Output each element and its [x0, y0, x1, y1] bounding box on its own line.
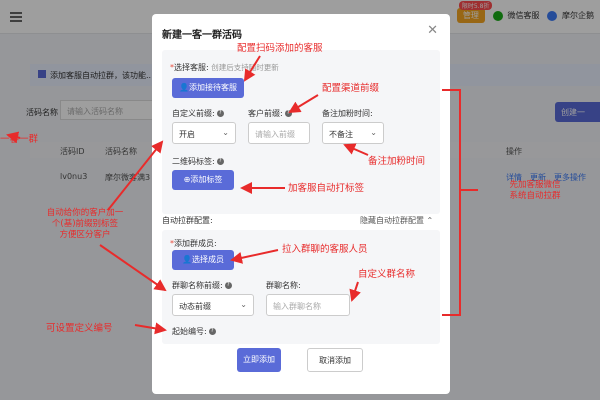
custom-prefix-select[interactable]: 开启 ⌄: [172, 122, 236, 144]
remark-time-label: 备注加粉时间:: [322, 109, 373, 118]
add-member-field: *添加群成员:: [170, 239, 217, 248]
annotation-dynamic-prefix: 自动给你的客户加一 个(基)前缀别标签 方便区分客户: [46, 208, 124, 240]
group-prefix-label: 群聊名称前缀:: [172, 281, 223, 290]
add-tag-button[interactable]: ⊕添加标签: [172, 170, 234, 190]
hide-config-label: 隐藏自动拉群配置: [360, 216, 424, 225]
chevron-down-icon: ⌄: [370, 128, 377, 137]
add-service-button[interactable]: 👤添加接待客服: [172, 78, 244, 98]
help-icon[interactable]: ?: [284, 110, 292, 117]
group-name-field: 群聊名称:: [266, 280, 301, 291]
remark-time-select[interactable]: 不备注 ⌄: [322, 122, 384, 144]
chevron-up-icon: ⌃: [426, 216, 434, 225]
add-user-icon: 👤: [182, 255, 192, 264]
annotation-custom-group-name: 自定义群名称: [358, 269, 416, 280]
add-user-icon: 👤: [179, 83, 189, 92]
chevron-down-icon: ⌄: [240, 300, 247, 309]
group-prefix-select[interactable]: 动态前缀 ⌄: [172, 294, 254, 316]
close-icon[interactable]: ✕: [427, 23, 438, 38]
annotation-custom-number: 可设置定义编号: [46, 323, 113, 334]
customer-prefix-field: 客户前缀:?: [248, 108, 292, 119]
annotation-auto-group: 先加客服微信 系统自动拉群: [509, 180, 561, 201]
create-code-dialog: 新建一客一群活码 ✕ *选择客服: 创建后支持随时更新 👤添加接待客服 自定义前…: [152, 14, 450, 394]
select-member-button[interactable]: 👤选择成员: [172, 250, 234, 270]
start-number-field: 起始编号:?: [172, 326, 216, 337]
help-icon[interactable]: ?: [216, 110, 224, 117]
select-service-label: 选择客服:: [174, 63, 209, 72]
start-number-label: 起始编号:: [172, 327, 207, 336]
annotation-configure-prefix: 配置渠道前缀: [322, 83, 380, 94]
dialog-title: 新建一客一群活码: [162, 30, 242, 41]
annotation-left-edge: 一客一群: [0, 134, 39, 145]
add-member-label: 添加群成员:: [174, 239, 217, 248]
annotation-configure-service: 配置扫码添加的客服: [237, 43, 323, 54]
qr-tag-label: 二维码标签:: [172, 157, 215, 166]
add-tag-button-label: 添加标签: [190, 175, 223, 184]
annotation-member: 拉入群聊的客服人员: [282, 244, 368, 255]
annotation-auto-tag: 加客服自动打标签: [288, 183, 365, 194]
custom-prefix-value: 开启: [179, 130, 195, 139]
group-name-label: 群聊名称:: [266, 281, 301, 290]
add-service-button-label: 添加接待客服: [188, 83, 237, 92]
annotation-remark-time: 备注加粉时间: [368, 156, 426, 167]
hide-config-link[interactable]: 隐藏自动拉群配置 ⌃: [360, 215, 433, 226]
cancel-button[interactable]: 取消添加: [307, 348, 363, 372]
chevron-down-icon: ⌄: [222, 128, 229, 137]
remark-time-field: 备注加粉时间:: [322, 108, 373, 119]
auto-group-label: 自动拉群配置:: [162, 216, 213, 225]
help-icon[interactable]: ?: [208, 328, 216, 335]
group-prefix-field: 群聊名称前缀:?: [172, 280, 232, 291]
customer-prefix-label: 客户前缀:: [248, 109, 283, 118]
select-member-button-label: 选择成员: [191, 255, 224, 264]
help-icon[interactable]: ?: [216, 158, 224, 165]
select-service-field: *选择客服: 创建后支持随时更新: [170, 63, 279, 72]
group-prefix-value: 动态前缀: [179, 302, 211, 311]
select-service-hint: 创建后支持随时更新: [211, 63, 279, 72]
group-name-input[interactable]: 输入群聊名称: [266, 294, 350, 316]
customer-prefix-input[interactable]: 请输入前缀: [248, 122, 310, 144]
custom-prefix-field: 自定义前缀:?: [172, 108, 224, 119]
custom-prefix-label: 自定义前缀:: [172, 109, 215, 118]
remark-time-value: 不备注: [329, 130, 353, 139]
help-icon[interactable]: ?: [224, 282, 232, 289]
qr-tag-field: 二维码标签:?: [172, 156, 224, 167]
submit-button[interactable]: 立即添加: [237, 348, 281, 372]
